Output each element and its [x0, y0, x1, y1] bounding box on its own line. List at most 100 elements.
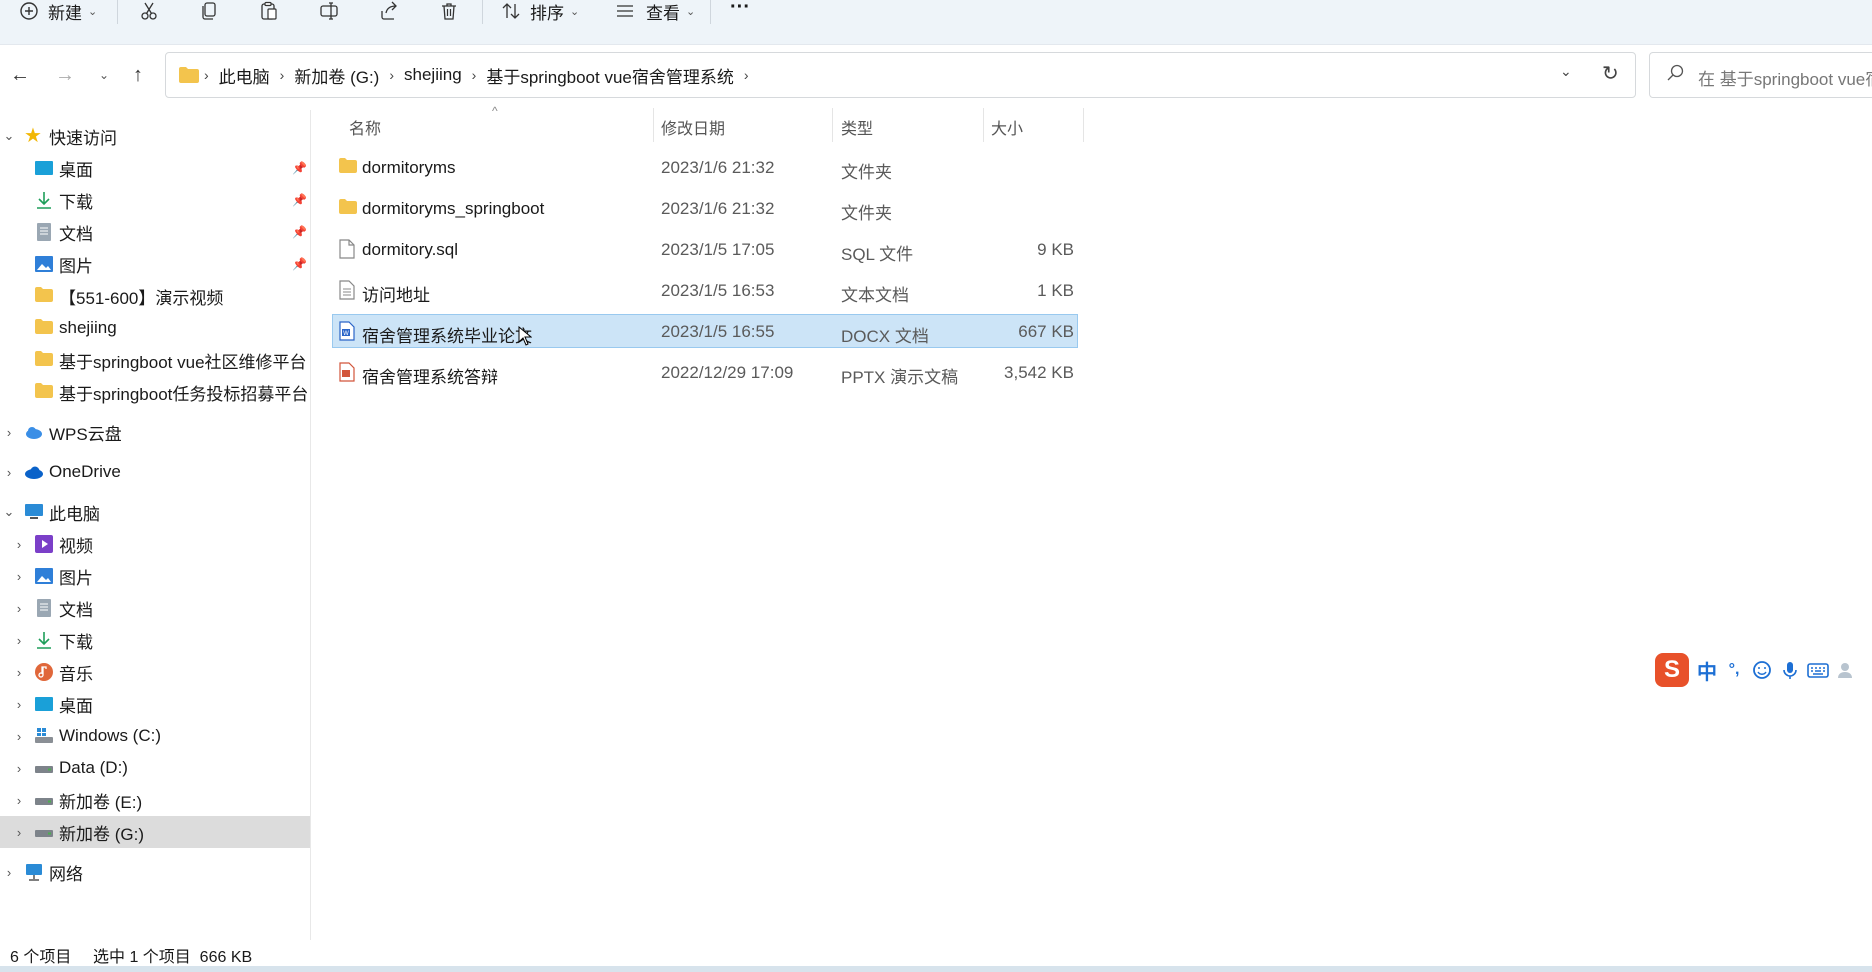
- keyboard-icon[interactable]: [1807, 659, 1829, 681]
- nav-quick-folder[interactable]: 基于springboot任务投标招募平台: [0, 376, 310, 408]
- search-input[interactable]: 在 基于springboot vue宿: [1698, 65, 1872, 90]
- chevron-right-icon[interactable]: ›: [12, 697, 26, 712]
- file-row[interactable]: 访问地址 2023/1/5 16:53 文本文档 1 KB: [332, 273, 1078, 307]
- chevron-right-icon[interactable]: ›: [12, 761, 26, 776]
- chevron-right-icon[interactable]: ›: [2, 425, 16, 440]
- forward-button[interactable]: →: [53, 63, 77, 87]
- file-icon: [338, 239, 358, 259]
- column-header-name[interactable]: 名称: [349, 115, 381, 138]
- nav-pc-desktop[interactable]: › 桌面: [0, 688, 310, 720]
- recent-locations-button[interactable]: ⌄: [92, 63, 116, 87]
- chevron-right-icon[interactable]: ›: [12, 601, 26, 616]
- file-row[interactable]: dormitoryms 2023/1/6 21:32 文件夹: [332, 150, 1078, 184]
- cut-button[interactable]: [138, 0, 160, 22]
- nav-drive-g[interactable]: › 新加卷 (G:): [0, 816, 310, 848]
- chevron-right-icon[interactable]: ›: [12, 665, 26, 680]
- chevron-right-icon[interactable]: ›: [12, 537, 26, 552]
- punctuation-toggle[interactable]: °,: [1723, 659, 1745, 681]
- share-button[interactable]: [378, 0, 400, 22]
- onedrive-cloud-icon: [24, 462, 44, 482]
- microphone-icon[interactable]: [1779, 659, 1801, 681]
- file-row[interactable]: dormitory.sql 2023/1/5 17:05 SQL 文件 9 KB: [332, 232, 1078, 266]
- nav-pc-downloads[interactable]: › 下载: [0, 624, 310, 656]
- column-divider[interactable]: [983, 108, 984, 142]
- file-type: 文本文档: [841, 286, 909, 305]
- address-bar[interactable]: › 此电脑 › 新加卷 (G:) › shejiing › 基于springbo…: [165, 52, 1636, 98]
- nav-this-pc[interactable]: ⌄ 此电脑: [0, 496, 310, 528]
- nav-label: 【551-600】演示视频: [59, 288, 224, 308]
- view-button[interactable]: 查看 ⌄: [614, 0, 695, 23]
- chevron-right-icon[interactable]: ›: [12, 569, 26, 584]
- drive-icon: [34, 790, 54, 810]
- file-row[interactable]: 宿舍管理系统答辩 2022/12/29 17:09 PPTX 演示文稿 3,54…: [332, 355, 1078, 389]
- nav-wps-cloud[interactable]: › WPS云盘: [0, 416, 310, 448]
- nav-pc-videos[interactable]: › 视频: [0, 528, 310, 560]
- more-options-button[interactable]: ···: [730, 0, 750, 18]
- file-type: PPTX 演示文稿: [841, 368, 959, 387]
- column-header-type[interactable]: 类型: [841, 115, 873, 138]
- nav-quick-access[interactable]: ⌄ ★ 快速访问: [0, 120, 310, 152]
- chevron-right-icon[interactable]: ›: [389, 67, 394, 83]
- chevron-right-icon[interactable]: ›: [2, 465, 16, 480]
- nav-quick-folder[interactable]: shejiing: [0, 312, 310, 344]
- nav-pc-music[interactable]: › 音乐: [0, 656, 310, 688]
- emoji-icon[interactable]: [1751, 659, 1773, 681]
- nav-quick-folder[interactable]: 基于springboot vue社区维修平台: [0, 344, 310, 376]
- nav-pc-pictures[interactable]: › 图片: [0, 560, 310, 592]
- copy-button[interactable]: [198, 0, 220, 22]
- file-row[interactable]: dormitoryms_springboot 2023/1/6 21:32 文件…: [332, 191, 1078, 225]
- breadcrumb-drive-g[interactable]: 新加卷 (G:): [294, 63, 379, 88]
- user-icon[interactable]: [1835, 659, 1857, 681]
- breadcrumb-current-folder[interactable]: 基于springboot vue宿舍管理系统: [486, 63, 734, 88]
- chevron-down-icon[interactable]: ⌄: [2, 504, 16, 520]
- nav-label: 下载: [59, 192, 93, 212]
- sort-button[interactable]: 排序 ⌄: [500, 0, 579, 23]
- nav-pc-documents[interactable]: › 文档: [0, 592, 310, 624]
- chevron-right-icon[interactable]: ›: [2, 865, 16, 880]
- chevron-right-icon[interactable]: ›: [12, 793, 26, 808]
- column-header-size[interactable]: 大小: [991, 115, 1023, 138]
- nav-quick-downloads[interactable]: 下载 📌: [0, 184, 310, 216]
- chevron-right-icon[interactable]: ›: [280, 67, 285, 83]
- nav-quick-documents[interactable]: 文档 📌: [0, 216, 310, 248]
- file-name: 宿舍管理系统答辩: [362, 368, 498, 387]
- breadcrumb-shejiing[interactable]: shejiing: [404, 65, 462, 85]
- arrow-left-icon: ←: [10, 63, 30, 86]
- nav-quick-folder[interactable]: 【551-600】演示视频: [0, 280, 310, 312]
- search-box[interactable]: 在 基于springboot vue宿: [1649, 52, 1872, 98]
- rename-button[interactable]: [318, 0, 340, 22]
- back-button[interactable]: ←: [8, 63, 32, 87]
- column-header-date[interactable]: 修改日期: [661, 115, 725, 138]
- chevron-right-icon[interactable]: ›: [12, 729, 26, 744]
- nav-network[interactable]: › 网络: [0, 856, 310, 888]
- address-history-dropdown[interactable]: ⌄: [1560, 63, 1572, 80]
- nav-drive-c[interactable]: › Windows (C:): [0, 720, 310, 752]
- file-type: 文件夹: [841, 204, 892, 223]
- refresh-icon[interactable]: ↻: [1602, 61, 1619, 86]
- arrow-up-icon: ↑: [133, 63, 143, 86]
- up-button[interactable]: ↑: [126, 63, 150, 87]
- file-date: 2023/1/6 21:32: [661, 158, 775, 177]
- nav-drive-e[interactable]: › 新加卷 (E:): [0, 784, 310, 816]
- nav-onedrive[interactable]: › OneDrive: [0, 456, 310, 488]
- breadcrumb-this-pc[interactable]: 此电脑: [219, 63, 270, 88]
- column-divider[interactable]: [832, 108, 833, 142]
- nav-drive-d[interactable]: › Data (D:): [0, 752, 310, 784]
- delete-button[interactable]: [438, 0, 460, 22]
- nav-quick-pictures[interactable]: 图片 📌: [0, 248, 310, 280]
- chevron-down-icon[interactable]: ⌄: [2, 128, 16, 144]
- file-row-selected[interactable]: W 宿舍管理系统毕业论文 2023/1/5 16:55 DOCX 文档 667 …: [332, 314, 1078, 348]
- column-divider[interactable]: [653, 108, 654, 142]
- new-button[interactable]: 新建 ⌄: [18, 0, 97, 23]
- ime-mode-label[interactable]: 中: [1697, 656, 1717, 685]
- chevron-right-icon[interactable]: ›: [12, 825, 26, 840]
- nav-quick-desktop[interactable]: 桌面 📌: [0, 152, 310, 184]
- ime-toolbar[interactable]: S 中 °,: [1655, 650, 1857, 690]
- chevron-right-icon[interactable]: ›: [12, 633, 26, 648]
- paste-button[interactable]: [258, 0, 280, 22]
- column-divider[interactable]: [1083, 108, 1084, 142]
- chevron-right-icon[interactable]: ›: [472, 67, 477, 83]
- chevron-right-icon[interactable]: ›: [744, 67, 749, 83]
- docx-icon: W: [338, 321, 358, 341]
- toolbar-divider: [482, 0, 483, 24]
